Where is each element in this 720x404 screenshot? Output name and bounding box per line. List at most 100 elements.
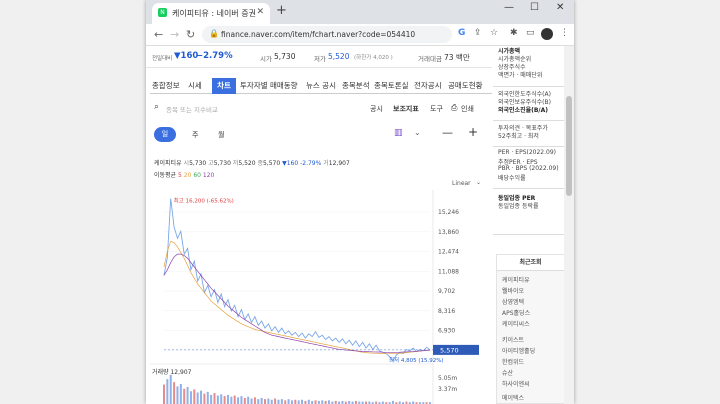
volume-bar <box>247 396 250 404</box>
tab-news[interactable]: 뉴스 공시 <box>306 78 340 94</box>
volume-bar <box>183 388 186 404</box>
volume-bar <box>294 399 297 404</box>
recent-item[interactable]: 키이스트 <box>502 335 524 344</box>
change-pct: −2.79% <box>196 51 233 61</box>
ma-label: 이동평균 <box>154 172 177 179</box>
trade-amount-label: 거래대금 <box>418 55 442 63</box>
indicator-link[interactable]: 보조지표 <box>393 104 419 114</box>
candle-type-icon[interactable]: ▥ <box>394 128 403 138</box>
recent-item[interactable]: 슈산 <box>502 368 513 377</box>
close-window-button[interactable]: ✕ <box>556 2 564 13</box>
sidepanel-icon[interactable]: ▭ <box>526 28 535 38</box>
sidebar-divider <box>493 234 565 235</box>
volume-bar <box>284 400 287 404</box>
back-icon[interactable]: ← <box>154 28 163 41</box>
tab-analysis[interactable]: 종목분석 <box>342 78 372 94</box>
sb-dividend: 배당수익률 <box>498 175 526 182</box>
search-icon[interactable]: ⌕ <box>154 102 159 112</box>
volume-bar <box>193 389 196 404</box>
y-tick-label: 11,088 <box>438 268 459 275</box>
price-chart[interactable]: 15,246 13,860 12,474 11,088 9,702 8,316 6,930 최… <box>150 190 490 404</box>
page-scrollbar[interactable] <box>564 46 574 404</box>
tab-quotes[interactable]: 시세 <box>188 78 210 94</box>
browser-tab[interactable]: N 케이피티유 : 네이버 증권 ✕ <box>152 3 270 24</box>
sb-face-value: 액면가 · 매매단위 <box>498 72 543 79</box>
recent-views-panel: 최근조회 케이피티유 웰바이오 삼영엠텍 APS홀딩스 케이티씨스 키이스트 아… <box>496 254 565 404</box>
recent-item[interactable]: 아이티엠홀딩 <box>502 346 535 355</box>
share-icon[interactable]: ⇪ <box>474 28 482 38</box>
recent-item[interactable]: 한컴위드 <box>502 357 524 366</box>
stock-info-sidebar: 시가총액 시가총액순위 상장주식수 액면가 · 매매단위 외국인한도주식수(A)… <box>493 46 565 404</box>
stock-name: 케이피티유 <box>154 160 182 167</box>
disclosure-link[interactable]: 공시 <box>370 104 383 114</box>
profile-avatar-icon[interactable] <box>541 28 553 40</box>
address-bar[interactable]: 🔒 finance.naver.com/item/fchart.naver?co… <box>202 26 452 43</box>
tab-disclosure[interactable]: 전자공시 <box>414 78 444 94</box>
extensions-icon[interactable]: ✱ <box>510 28 518 38</box>
volume-bar <box>297 400 300 404</box>
tab-discussion[interactable]: 종목토론실 <box>374 78 410 94</box>
period-month-button[interactable]: 월 <box>218 130 224 140</box>
print-icon[interactable]: ⎙ <box>451 103 457 113</box>
recent-item[interactable]: 메이텍스 <box>502 393 524 402</box>
scrollbar-thumb[interactable] <box>566 96 572 196</box>
period-day-button[interactable]: 일 <box>154 127 176 142</box>
maximize-button[interactable]: ☐ <box>530 2 539 13</box>
tab-short-selling[interactable]: 공매도현황 <box>448 78 488 94</box>
quote-line: 케이피티유 시5,730 고5,730 저5,520 종5,570 ▼160 -… <box>154 158 350 167</box>
tab-investor-trends[interactable]: 투자자별 매매동향 <box>240 78 302 94</box>
menu-kebab-icon[interactable]: ⋮ <box>560 28 569 38</box>
volume-bar <box>307 399 310 404</box>
series-line-1 <box>163 240 431 355</box>
volume-bar <box>260 397 263 404</box>
scale-chevron-icon[interactable]: ⌄ <box>476 179 481 186</box>
reload-icon[interactable]: ↻ <box>186 28 195 41</box>
quote-high: 5,730 <box>213 160 231 167</box>
volume-bar <box>250 398 253 404</box>
tab-overview[interactable]: 종합정보 <box>152 78 182 94</box>
recent-item[interactable]: 하사이엔씨 <box>502 379 530 388</box>
tools-link[interactable]: 도구 <box>430 104 443 114</box>
y-tick-label: 12,474 <box>438 249 459 256</box>
google-icon[interactable]: G <box>458 28 465 38</box>
forward-icon[interactable]: → <box>170 28 179 41</box>
recent-item[interactable]: 케이피티유 <box>502 275 530 284</box>
recent-item[interactable]: 케이티씨스 <box>502 319 530 328</box>
volume-bar <box>210 394 213 404</box>
volume-bar <box>270 399 273 404</box>
recent-item[interactable]: APS홀딩스 <box>502 308 530 317</box>
volume-bar <box>290 400 293 404</box>
scale-select[interactable]: Linear <box>452 180 471 187</box>
zoom-in-icon[interactable]: + <box>468 125 478 139</box>
tab-close-icon[interactable]: ✕ <box>256 7 264 17</box>
recent-item[interactable]: 웰바이오 <box>502 286 524 295</box>
sidebar-divider <box>493 120 565 121</box>
volume-bar <box>163 384 165 404</box>
naver-favicon-icon: N <box>158 8 167 17</box>
volume-bar <box>179 383 182 404</box>
quote-pct: -2.79% <box>300 160 322 167</box>
ma-5: 5 <box>178 172 182 179</box>
zoom-out-icon[interactable]: — <box>442 126 453 139</box>
volume-bar <box>277 399 280 404</box>
volume-bar <box>166 379 169 404</box>
tab-chart[interactable]: 차트 <box>212 78 236 94</box>
chevron-down-icon[interactable]: ⌄ <box>414 128 421 137</box>
minimize-button[interactable]: — <box>504 2 514 13</box>
new-tab-button[interactable]: + <box>276 3 287 18</box>
low-label: 저가 <box>314 55 326 63</box>
period-week-button[interactable]: 주 <box>192 130 198 140</box>
volume-bar <box>253 397 256 404</box>
bookmark-star-icon[interactable]: ☆ <box>490 28 498 38</box>
volume-bar <box>196 392 199 404</box>
y-tick-label: 13,860 <box>438 229 459 236</box>
quote-open: 5,730 <box>189 160 207 167</box>
series-line-2 <box>163 253 431 353</box>
trade-amount-value: 73 백만 <box>444 53 470 62</box>
print-link[interactable]: 인쇄 <box>461 104 474 114</box>
compare-search-input[interactable]: 종목 또는 지수비교 <box>166 104 218 114</box>
volume-bar <box>287 399 290 404</box>
stock-nav-tabs: 종합정보 시세 차트 투자자별 매매동향 뉴스 공시 종목분석 종목토론실 전자… <box>150 78 492 94</box>
recent-item[interactable]: 삼영엠텍 <box>502 297 524 306</box>
sb-52week: 52주최고 · 최저 <box>498 133 539 140</box>
